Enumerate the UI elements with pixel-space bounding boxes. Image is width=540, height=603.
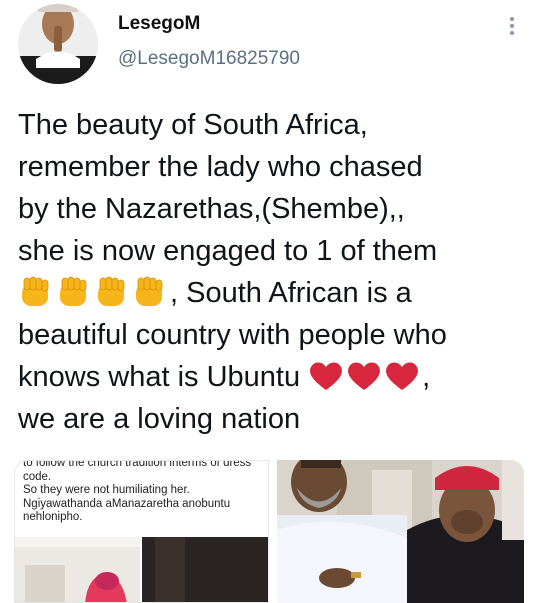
tweet-line: we are a loving nation <box>18 403 301 435</box>
tweet-line: The beauty of South Africa, <box>18 109 368 141</box>
red-heart-icon <box>346 360 382 392</box>
tweet-line: she is now engaged to 1 of them <box>18 235 438 267</box>
raised-fist-icon <box>18 276 54 308</box>
raised-fist-icon <box>132 276 168 308</box>
author-display-name[interactable]: LesegoM <box>118 13 200 35</box>
more-dot <box>510 24 514 28</box>
red-heart-icon <box>308 360 344 392</box>
tweet-text: The beauty of South Africa, remember the… <box>18 104 533 440</box>
embedded-photo <box>15 537 268 602</box>
tweet-line: , <box>422 361 431 393</box>
red-heart-icon <box>384 360 420 392</box>
tweet-line-with-hearts: knows what is Ubuntu , <box>18 356 533 398</box>
avatar[interactable] <box>18 4 98 84</box>
caption-line: nehlonipho. <box>23 511 83 523</box>
raised-fist-icon <box>56 276 92 308</box>
media-image-left[interactable]: to follow the church tradition interms o… <box>14 460 269 603</box>
more-dot <box>510 31 514 35</box>
tweet-line: by the Nazarethas,(Shembe),, <box>18 193 405 225</box>
media-image-right[interactable] <box>277 460 524 603</box>
tweet-line-with-fists: , South African is a <box>18 272 533 314</box>
more-dot <box>510 17 514 21</box>
tweet-line: knows what is Ubuntu <box>18 361 301 393</box>
photo-couple <box>277 460 524 603</box>
tweet-header: LesegoM @LesegoM16825790 <box>0 0 540 92</box>
more-options-icon[interactable] <box>500 14 524 38</box>
caption-line: to follow the church tradition interms o… <box>23 460 252 469</box>
tweet-line: , South African is a <box>170 277 412 309</box>
image-caption: to follow the church tradition interms o… <box>23 460 263 525</box>
caption-line: code. <box>23 470 52 483</box>
raised-fist-icon <box>94 276 130 308</box>
tweet-line: beautiful country with people who <box>18 319 447 351</box>
caption-line: Ngiyawathanda aManazaretha anobuntu <box>23 497 231 510</box>
caption-line: So they were not humiliating her. <box>23 484 190 496</box>
media-grid: to follow the church tradition interms o… <box>14 460 524 603</box>
tweet-line: remember the lady who chased <box>18 151 423 183</box>
author-handle[interactable]: @LesegoM16825790 <box>118 48 300 70</box>
